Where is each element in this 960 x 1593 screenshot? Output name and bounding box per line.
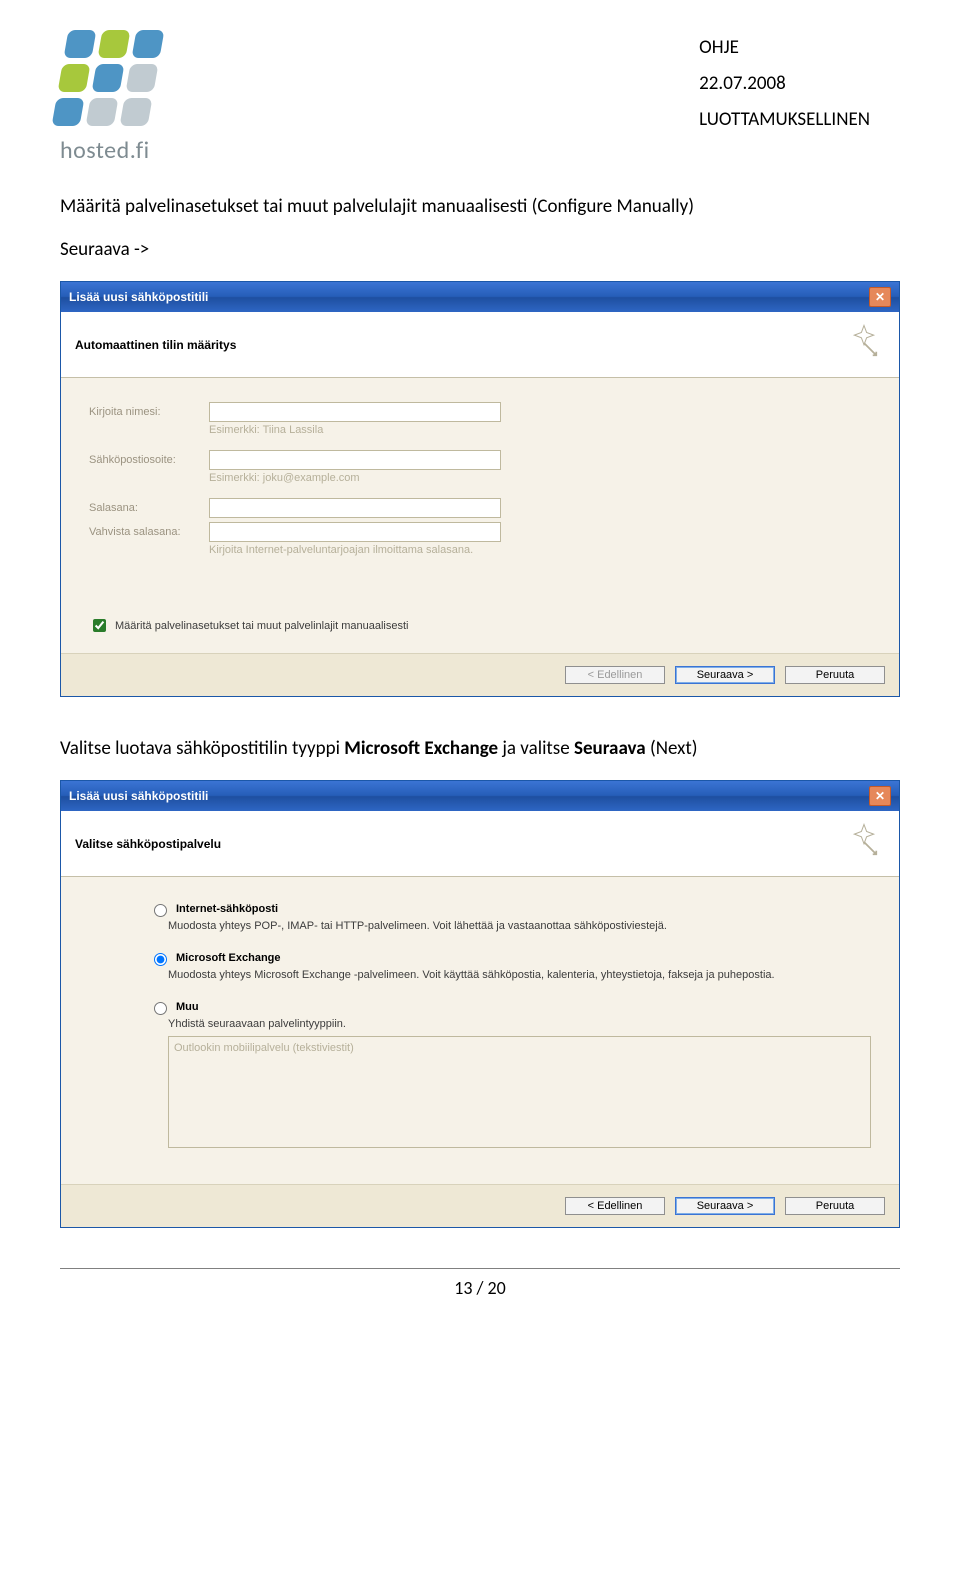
dialog-content-2: Internet-sähköposti Muodosta yhteys POP-…	[61, 877, 899, 1184]
logo-icon	[52, 30, 169, 126]
label-name: Kirjoita nimesi:	[89, 406, 209, 418]
dialog-title: Lisää uusi sähköpostitili	[69, 290, 208, 304]
password-confirm-field[interactable]	[209, 522, 501, 542]
label-exchange: Microsoft Exchange	[176, 952, 281, 964]
dialog-titlebar-2: Lisää uusi sähköpostitili ✕	[61, 781, 899, 811]
label-internet-mail: Internet-sähköposti	[176, 903, 278, 915]
cursor-star-icon	[843, 322, 885, 367]
instruction-3: Valitse luotava sähköpostitilin tyyppi M…	[60, 737, 900, 760]
doc-classification: LUOTTAMUKSELLINEN	[699, 102, 870, 138]
dialog-header-2: Valitse sähköpostipalvelu	[61, 811, 899, 877]
dialog-title-2: Lisää uusi sähköpostitili	[69, 789, 208, 803]
next-button[interactable]: Seuraava >	[675, 666, 775, 684]
header-meta: OHJE 22.07.2008 LUOTTAMUKSELLINEN	[699, 30, 900, 138]
desc-internet-mail: Muodosta yhteys POP-, IMAP- tai HTTP-pal…	[168, 920, 871, 932]
instruction-1: Määritä palvelinasetukset tai muut palve…	[60, 195, 900, 218]
dialog-header-title-2: Valitse sähköpostipalvelu	[75, 837, 221, 851]
footer-divider	[60, 1268, 900, 1269]
cancel-button[interactable]: Peruuta	[785, 666, 885, 684]
option-internet-mail: Internet-sähköposti Muodosta yhteys POP-…	[149, 901, 871, 932]
desc-exchange: Muodosta yhteys Microsoft Exchange -palv…	[168, 969, 871, 981]
dialog-add-account-auto: Lisää uusi sähköpostitili ✕ Automaattine…	[60, 281, 900, 697]
dialog-buttons: < Edellinen Seuraava > Peruuta	[61, 653, 899, 696]
hint-email: Esimerkki: joku@example.com	[209, 472, 871, 484]
radio-exchange[interactable]	[154, 953, 167, 966]
instruction-2: Seuraava ->	[60, 238, 900, 261]
manual-config-checkbox-row: Määritä palvelinasetukset tai muut palve…	[89, 616, 871, 635]
dialog-header: Automaattinen tilin määritys	[61, 312, 899, 378]
close-icon[interactable]: ✕	[869, 287, 891, 307]
desc-other: Yhdistä seuraavaan palvelintyyppiin.	[168, 1018, 871, 1030]
dialog-content: Kirjoita nimesi: Esimerkki: Tiina Lassil…	[61, 378, 899, 653]
page: hosted.fi OHJE 22.07.2008 LUOTTAMUKSELLI…	[0, 0, 960, 1329]
radio-internet-mail[interactable]	[154, 904, 167, 917]
other-service-list[interactable]: Outlookin mobiilipalvelu (tekstiviestit)	[168, 1036, 871, 1148]
back-button[interactable]: < Edellinen	[565, 666, 665, 684]
option-exchange: Microsoft Exchange Muodosta yhteys Micro…	[149, 950, 871, 981]
label-email: Sähköpostiosoite:	[89, 454, 209, 466]
header-row: hosted.fi OHJE 22.07.2008 LUOTTAMUKSELLI…	[60, 30, 900, 165]
option-other: Muu Yhdistä seuraavaan palvelintyyppiin.…	[149, 999, 871, 1148]
password-field[interactable]	[209, 498, 501, 518]
dialog-titlebar: Lisää uusi sähköpostitili ✕	[61, 282, 899, 312]
cursor-star-icon	[843, 821, 885, 866]
page-number: 13 / 20	[60, 1277, 900, 1299]
name-field[interactable]	[209, 402, 501, 422]
label-password-confirm: Vahvista salasana:	[89, 526, 209, 538]
hint-name: Esimerkki: Tiina Lassila	[209, 424, 871, 436]
doc-date: 22.07.2008	[699, 66, 870, 102]
doc-type: OHJE	[699, 30, 870, 66]
next-button[interactable]: Seuraava >	[675, 1197, 775, 1215]
dialog-buttons-2: < Edellinen Seuraava > Peruuta	[61, 1184, 899, 1227]
dialog-header-title: Automaattinen tilin määritys	[75, 338, 236, 352]
label-other: Muu	[176, 1001, 199, 1013]
close-icon[interactable]: ✕	[869, 786, 891, 806]
label-password: Salasana:	[89, 502, 209, 514]
radio-other[interactable]	[154, 1002, 167, 1015]
logo: hosted.fi	[60, 30, 160, 165]
manual-config-label: Määritä palvelinasetukset tai muut palve…	[115, 620, 408, 632]
cancel-button[interactable]: Peruuta	[785, 1197, 885, 1215]
hint-password: Kirjoita Internet-palveluntarjoajan ilmo…	[209, 544, 871, 556]
back-button[interactable]: < Edellinen	[565, 1197, 665, 1215]
logo-text: hosted.fi	[60, 136, 160, 165]
email-field[interactable]	[209, 450, 501, 470]
manual-config-checkbox[interactable]	[93, 619, 106, 632]
dialog-choose-service: Lisää uusi sähköpostitili ✕ Valitse sähk…	[60, 780, 900, 1228]
